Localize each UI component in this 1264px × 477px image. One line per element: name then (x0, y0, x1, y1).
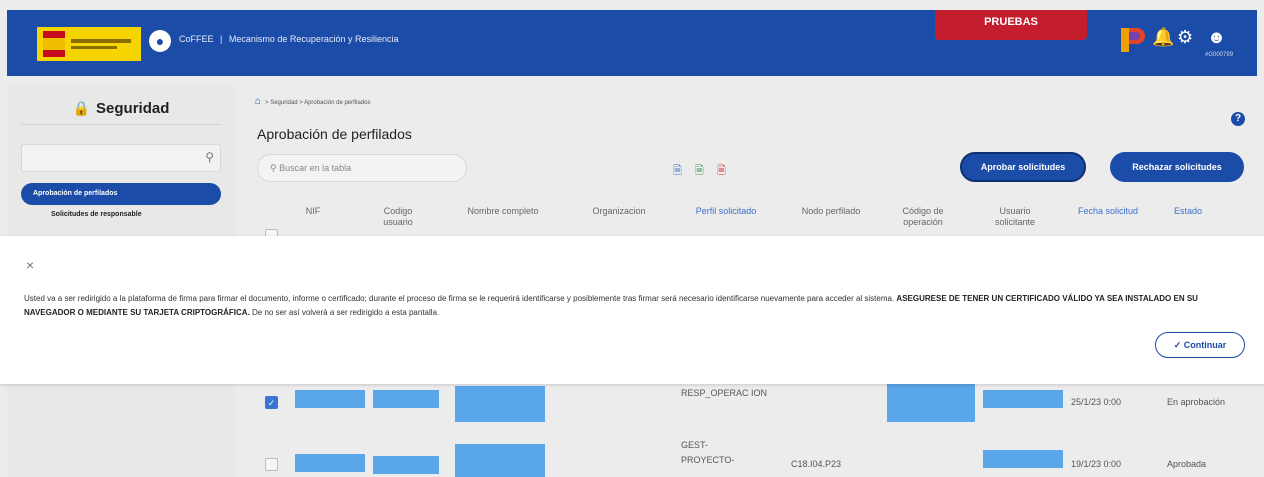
column-header-nombre-completo[interactable]: Nombre completo (453, 206, 553, 217)
approve-requests-button[interactable]: Aprobar solicitudes (960, 152, 1086, 182)
table-cell-fecha: 25/1/23 0:00 (1071, 397, 1122, 407)
environment-badge: PRUEBAS (935, 10, 1087, 40)
column-header-organizacion[interactable]: Organizacion (583, 206, 655, 217)
column-header-perfil-solicitado[interactable]: Perfil solicitado (681, 206, 771, 217)
user-code: #G000799 (1205, 52, 1234, 58)
column-header-nif[interactable]: NIF (293, 206, 333, 217)
redacted-nif (295, 454, 365, 472)
column-header-nodo-perfilado[interactable]: Nodo perfilado (791, 206, 871, 217)
redacted-codigo-usuario (373, 390, 439, 408)
sidebar-search-input[interactable]: ⚲ (21, 144, 221, 172)
app-subtitle: Mecanismo de Recuperación y Resiliencia (228, 34, 399, 44)
redacted-codigo-usuario (373, 456, 439, 474)
redacted-nombre (455, 386, 545, 422)
spain-flag-icon (43, 31, 65, 57)
check-icon: ✓ (1173, 340, 1182, 350)
search-icon: ⚲ (270, 163, 277, 173)
help-icon[interactable]: ? (1231, 112, 1245, 126)
column-header-codigo-usuario[interactable]: Codigo usuario (373, 206, 423, 228)
sidebar-item-aprobacion-perfilados[interactable]: Aprobación de perfilados (21, 183, 221, 205)
breadcrumb: ⌂ > Seguridad > Aprobación de perfilados (255, 96, 371, 107)
row-checkbox[interactable]: ✓ (265, 396, 278, 409)
home-icon[interactable]: ⌂ (255, 96, 261, 107)
government-logo[interactable] (37, 27, 141, 61)
redacted-nombre (455, 444, 545, 477)
dialog-message: Usted va a ser redirigido a la plataform… (24, 294, 1198, 317)
coffee-logo-icon: ● (149, 30, 171, 52)
page: ● CoFFEE | Mecanismo de Recuperación y R… (0, 0, 1264, 477)
export-excel-icon[interactable]: 🗎 (695, 162, 704, 181)
app-name: CoFFEE (179, 34, 214, 44)
redacted-nif (295, 390, 365, 408)
bell-icon[interactable]: 🔔 (1152, 28, 1174, 46)
redacted-usuario-solicitante (983, 450, 1063, 468)
table-cell-estado: Aprobada (1167, 459, 1207, 469)
export-file-icon[interactable]: 🗎 (673, 162, 682, 181)
table-cell-nodo: C18.I04.P23 (791, 459, 842, 469)
column-header-fecha-solicitud[interactable]: Fecha solicitud (1065, 206, 1151, 217)
table-cell-estado: En aprobación (1167, 397, 1226, 407)
top-header: ● CoFFEE | Mecanismo de Recuperación y R… (7, 10, 1257, 76)
user-icon[interactable]: ☻ (1207, 28, 1226, 46)
continue-button[interactable]: ✓ Continuar (1155, 332, 1245, 358)
column-header-estado[interactable]: Estado (1163, 206, 1213, 217)
column-header-codigo-operacion[interactable]: Código de operación (893, 206, 953, 228)
column-header-usuario-solicitante[interactable]: Usuario solicitante (983, 206, 1047, 228)
table-cell-perfil: GEST- PROYECTO- (681, 440, 735, 465)
sidebar-title: 🔒 Seguridad (72, 100, 170, 117)
sidebar-item-solicitudes-responsable[interactable]: Solicitudes de responsable (51, 211, 142, 218)
signature-redirect-dialog: × Usted va a ser redirigido a la platafo… (0, 236, 1264, 384)
sidebar-divider (21, 124, 221, 125)
plan-recuperacion-logo-icon (1121, 28, 1145, 52)
table-cell-fecha: 19/1/23 0:00 (1071, 459, 1122, 469)
close-icon[interactable]: × (26, 258, 34, 272)
gear-icon[interactable]: ⚙ (1177, 28, 1193, 46)
table-search-input[interactable]: ⚲ Buscar en la tabla (257, 154, 467, 182)
redacted-usuario-solicitante (983, 390, 1063, 408)
reject-requests-button[interactable]: Rechazar solicitudes (1110, 152, 1244, 182)
app-title: CoFFEE | Mecanismo de Recuperación y Res… (179, 34, 398, 44)
export-pdf-icon[interactable]: 🗎 (717, 162, 726, 181)
table-cell-perfil: RESP_OPERAC ION (681, 388, 768, 398)
page-title: Aprobación de perfilados (257, 126, 412, 142)
title-separator: | (220, 34, 223, 44)
security-lock-icon: 🔒 (72, 100, 91, 116)
redacted-codigo-operacion (887, 384, 975, 422)
row-checkbox[interactable] (265, 458, 278, 471)
search-icon: ⚲ (205, 150, 214, 164)
